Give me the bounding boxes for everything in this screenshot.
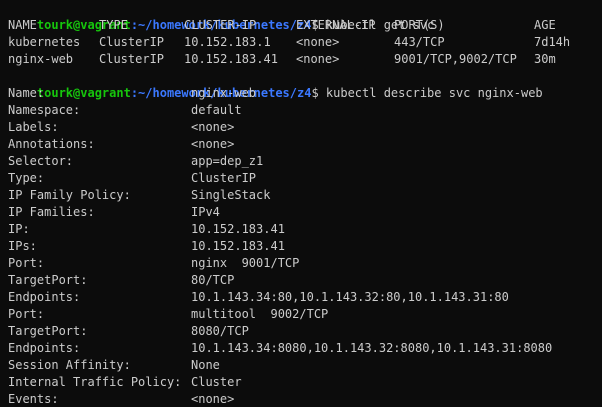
prompt-symbol: $ bbox=[311, 86, 319, 100]
describe-key: TargetPort: bbox=[8, 273, 88, 287]
describe-value: 10.1.143.34:8080,10.1.143.32:8080,10.1.1… bbox=[191, 341, 553, 355]
cell-external-ip: <none> bbox=[296, 35, 340, 49]
describe-key: Labels: bbox=[8, 120, 59, 134]
header-type: TYPE bbox=[99, 18, 128, 32]
describe-value: nginx-web bbox=[191, 86, 257, 100]
describe-key: Internal Traffic Policy: bbox=[8, 375, 182, 389]
table-row: nginx-web ClusterIP 10.152.183.41 <none>… bbox=[8, 51, 556, 68]
cell-type: ClusterIP bbox=[99, 35, 165, 49]
header-external-ip: EXTERNAL-IP bbox=[296, 18, 376, 32]
describe-value: 10.152.183.41 bbox=[191, 222, 285, 236]
cell-type: ClusterIP bbox=[99, 52, 165, 66]
describe-value: None bbox=[191, 358, 220, 372]
describe-key: Endpoints: bbox=[8, 341, 81, 355]
describe-key: Selector: bbox=[8, 154, 74, 168]
describe-value: multitool 9002/TCP bbox=[191, 307, 329, 321]
header-age: AGE bbox=[534, 18, 556, 32]
header-cluster-ip: CLUSTER-IP bbox=[184, 18, 257, 32]
describe-value: <none> bbox=[191, 137, 235, 151]
cell-external-ip: <none> bbox=[296, 52, 340, 66]
describe-key: Namespace: bbox=[8, 103, 81, 117]
cell-name: kubernetes bbox=[8, 35, 81, 49]
describe-key: Port: bbox=[8, 256, 45, 270]
describe-key: IP Family Policy: bbox=[8, 188, 131, 202]
describe-key: Type: bbox=[8, 171, 45, 185]
prompt-line-get-svc: tourk@vagrant:~/homework/kubernetes/z4$ … bbox=[8, 0, 434, 32]
svc-table-header: NAME TYPE CLUSTER-IP EXTERNAL-IP PORT(S)… bbox=[8, 17, 556, 34]
header-name: NAME bbox=[8, 18, 37, 32]
describe-value: ClusterIP bbox=[191, 171, 257, 185]
cell-ports: 9001/TCP,9002/TCP bbox=[394, 52, 517, 66]
describe-value: 10.1.143.34:80,10.1.143.32:80,10.1.143.3… bbox=[191, 290, 509, 304]
describe-value: 80/TCP bbox=[191, 273, 235, 287]
describe-value: IPv4 bbox=[191, 205, 220, 219]
describe-key: IP Families: bbox=[8, 205, 95, 219]
describe-key: Events: bbox=[8, 392, 59, 406]
terminal-window[interactable]: tourk@vagrant:~/homework/kubernetes/z4$ … bbox=[0, 0, 602, 407]
describe-value: 10.152.183.41 bbox=[191, 239, 285, 253]
describe-value: nginx 9001/TCP bbox=[191, 256, 300, 270]
cell-ports: 443/TCP bbox=[394, 35, 445, 49]
describe-value: 8080/TCP bbox=[191, 324, 249, 338]
describe-value: app=dep_z1 bbox=[191, 154, 264, 168]
header-ports: PORT(S) bbox=[394, 18, 445, 32]
command-text: kubectl describe svc nginx-web bbox=[318, 86, 543, 100]
describe-value: <none> bbox=[191, 120, 235, 134]
prompt-line-describe-svc: tourk@vagrant:~/homework/kubernetes/z4$ … bbox=[8, 68, 543, 100]
describe-value: Cluster bbox=[191, 375, 242, 389]
describe-value: <none> bbox=[191, 392, 235, 406]
describe-value: default bbox=[191, 103, 242, 117]
cell-cluster-ip: 10.152.183.1 bbox=[184, 35, 271, 49]
describe-key: TargetPort: bbox=[8, 324, 88, 338]
cell-age: 7d14h bbox=[534, 35, 571, 49]
describe-key: IPs: bbox=[8, 239, 37, 253]
describe-key: IP: bbox=[8, 222, 30, 236]
describe-key: Annotations: bbox=[8, 137, 95, 151]
prompt-user: tourk@vagrant bbox=[36, 86, 131, 100]
describe-key: Name: bbox=[8, 86, 45, 100]
table-row: kubernetes ClusterIP 10.152.183.1 <none>… bbox=[8, 34, 570, 51]
cell-age: 30m bbox=[534, 52, 556, 66]
cell-cluster-ip: 10.152.183.41 bbox=[184, 52, 278, 66]
describe-key: Endpoints: bbox=[8, 290, 81, 304]
describe-key: Session Affinity: bbox=[8, 358, 131, 372]
describe-value: SingleStack bbox=[191, 188, 271, 202]
describe-key: Port: bbox=[8, 307, 45, 321]
cell-name: nginx-web bbox=[8, 52, 74, 66]
